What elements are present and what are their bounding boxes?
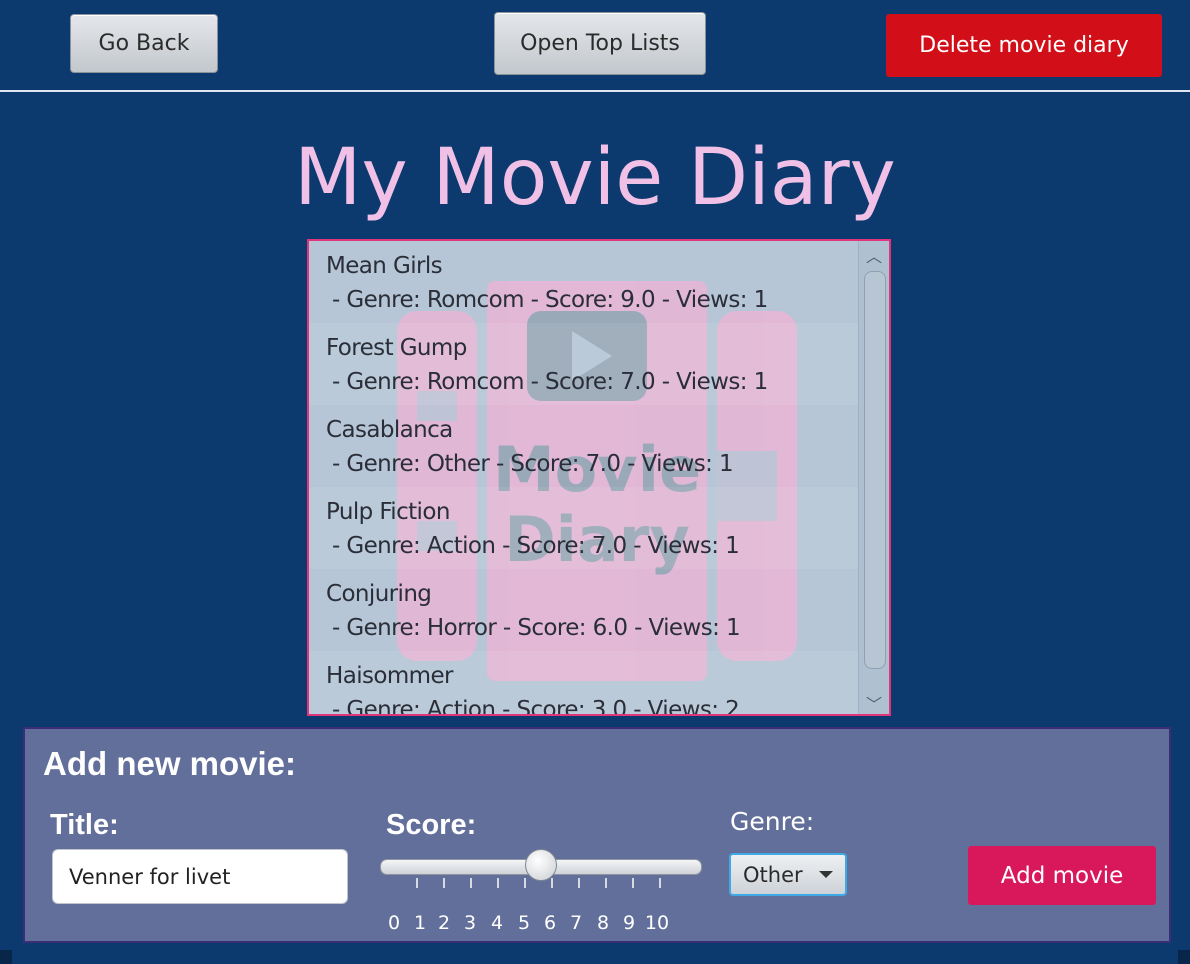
chevron-up-icon[interactable]: ︿	[859, 243, 889, 267]
open-top-lists-button[interactable]: Open Top Lists	[494, 12, 706, 75]
go-back-button[interactable]: Go Back	[70, 14, 218, 73]
list-scrollbar[interactable]: ︿ ﹀	[858, 241, 889, 714]
movie-title: Haisommer	[326, 663, 453, 689]
list-item[interactable]: Casablanca - Genre: Other - Score: 7.0 -…	[309, 405, 859, 487]
add-movie-heading: Add new movie:	[43, 745, 297, 782]
slider-tick	[497, 878, 499, 888]
movie-details: - Genre: Romcom - Score: 7.0 - Views: 1	[332, 369, 768, 395]
slider-tick-label: 5	[517, 912, 531, 934]
slider-tick-label: 1	[413, 912, 427, 934]
page-title: My Movie Diary	[294, 133, 896, 223]
slider-tick	[470, 878, 472, 888]
slider-tick-label: 10	[644, 912, 670, 934]
movie-title: Conjuring	[326, 581, 432, 607]
slider-tick	[659, 878, 661, 888]
slider-tick	[443, 878, 445, 888]
slider-tick	[551, 878, 553, 888]
movie-details: - Genre: Romcom - Score: 9.0 - Views: 1	[332, 287, 768, 313]
movie-title: Mean Girls	[326, 253, 443, 279]
title-label: Title:	[50, 809, 119, 841]
delete-movie-diary-button[interactable]: Delete movie diary	[886, 14, 1162, 77]
list-item[interactable]: Pulp Fiction - Genre: Action - Score: 7.…	[309, 487, 859, 569]
slider-tick-label: 0	[387, 912, 401, 934]
movie-details: - Genre: Action - Score: 7.0 - Views: 1	[332, 533, 740, 559]
slider-tick-label: 2	[437, 912, 451, 934]
genre-dropdown[interactable]: Other	[729, 853, 847, 896]
list-item[interactable]: Forest Gump - Genre: Romcom - Score: 7.0…	[309, 323, 859, 405]
scrollbar-thumb[interactable]	[864, 271, 886, 669]
slider-tick-label: 7	[569, 912, 583, 934]
movie-title: Casablanca	[326, 417, 453, 443]
slider-tick	[416, 878, 418, 888]
slider-tick-label: 4	[490, 912, 504, 934]
window-corner	[0, 950, 12, 964]
chevron-down-icon[interactable]: ﹀	[859, 691, 889, 714]
caret-down-icon	[819, 871, 833, 878]
score-slider-thumb[interactable]	[525, 849, 557, 881]
slider-tick	[578, 878, 580, 888]
title-input[interactable]	[52, 849, 348, 904]
add-movie-panel: Add new movie: Title: Score: 01234567891…	[23, 727, 1171, 943]
slider-tick	[632, 878, 634, 888]
score-label: Score:	[386, 809, 477, 841]
movie-details: - Genre: Horror - Score: 6.0 - Views: 1	[332, 615, 741, 641]
slider-tick	[524, 878, 526, 888]
slider-tick	[605, 878, 607, 888]
slider-tick-label: 8	[596, 912, 610, 934]
genre-selected-value: Other	[743, 862, 803, 887]
movie-title: Pulp Fiction	[326, 499, 450, 525]
list-item[interactable]: Haisommer - Genre: Action - Score: 3.0 -…	[309, 651, 859, 716]
movie-details: - Genre: Other - Score: 7.0 - Views: 1	[332, 451, 734, 477]
genre-label: Genre:	[730, 807, 815, 836]
window-corner	[1178, 950, 1190, 964]
slider-tick-label: 6	[543, 912, 557, 934]
slider-tick-label: 9	[622, 912, 636, 934]
slider-tick-label: 3	[463, 912, 477, 934]
add-movie-button[interactable]: Add movie	[968, 846, 1156, 905]
movie-title: Forest Gump	[326, 335, 467, 361]
movie-list[interactable]: Movie Diary Mean Girls - Genre: Romcom -…	[307, 239, 891, 716]
list-item[interactable]: Conjuring - Genre: Horror - Score: 6.0 -…	[309, 569, 859, 651]
list-item[interactable]: Mean Girls - Genre: Romcom - Score: 9.0 …	[309, 241, 859, 323]
header-divider	[0, 90, 1190, 92]
movie-details: - Genre: Action - Score: 3.0 - Views: 2	[332, 697, 740, 716]
